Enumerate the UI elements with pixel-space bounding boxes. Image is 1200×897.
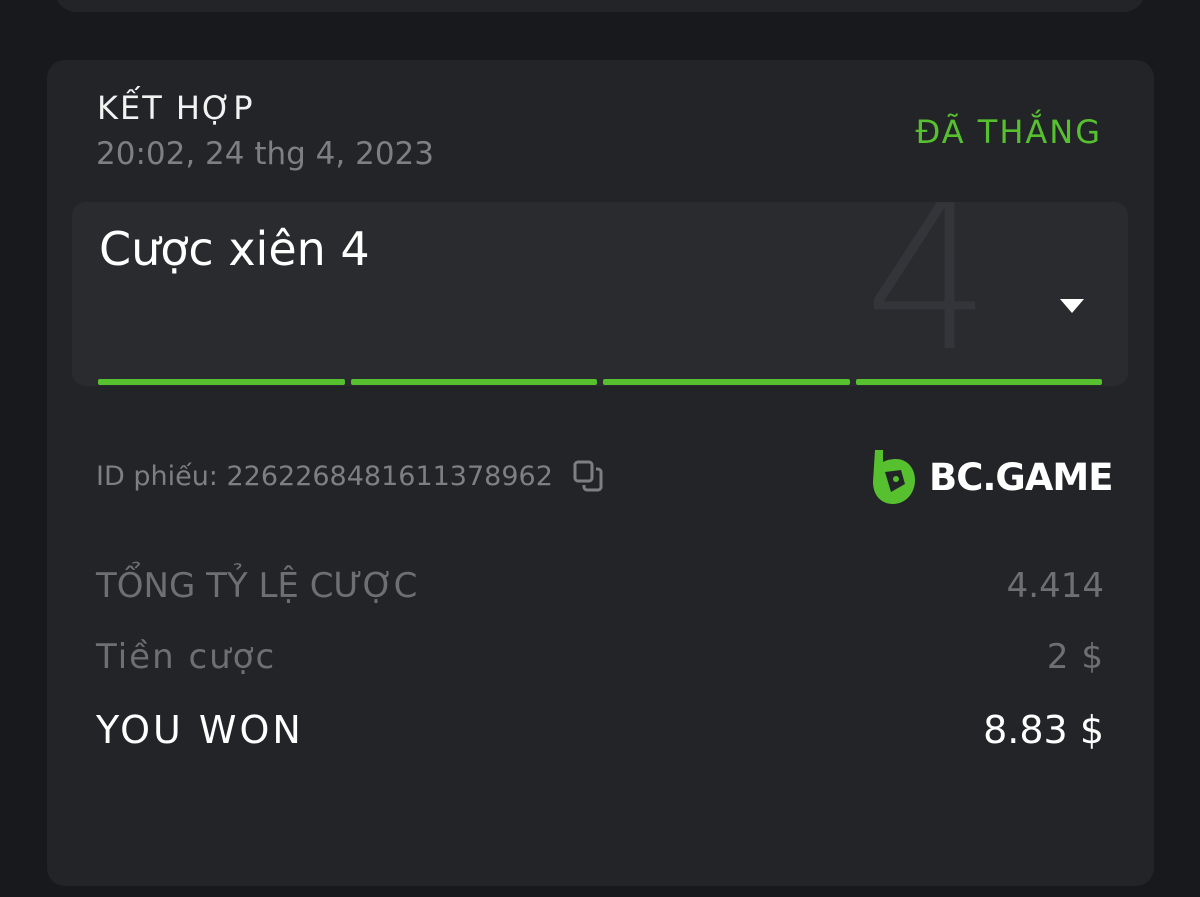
brand-name: BC.GAME (929, 455, 1114, 499)
winnings-label: YOU WON (96, 708, 304, 752)
bet-datetime: 20:02, 24 thg 4, 2023 (96, 136, 435, 172)
winnings-value: 8.83 $ (983, 708, 1104, 752)
leg-indicator (855, 379, 1102, 385)
stake-label: Tiền cược (96, 637, 277, 677)
stake-row: Tiền cược 2 $ (96, 637, 1104, 677)
leg-count-watermark: 4 (864, 202, 992, 386)
leg-indicator (350, 379, 597, 385)
chevron-down-icon[interactable] (1060, 299, 1084, 313)
bet-status-badge: ĐÃ THẮNG (915, 113, 1102, 151)
total-odds-row: TỔNG TỶ LỆ CƯỢC 4.414 (96, 566, 1104, 606)
copy-icon[interactable] (571, 459, 605, 493)
bet-title: Cược xiên 4 (99, 222, 370, 276)
stake-value: 2 $ (1046, 637, 1104, 677)
winnings-row: YOU WON 8.83 $ (96, 708, 1104, 752)
leg-indicator (98, 379, 345, 385)
total-odds-label: TỔNG TỶ LỆ CƯỢC (96, 566, 418, 606)
ticket-id-text: ID phiếu: 2262268481611378962 (96, 460, 553, 492)
bcgame-logo-icon (873, 450, 915, 504)
total-odds-value: 4.414 (1006, 566, 1104, 606)
bet-card: KẾT HỢP 20:02, 24 thg 4, 2023 ĐÃ THẮNG 4… (47, 60, 1154, 886)
brand-logo: BC.GAME (871, 448, 1114, 506)
leg-progress-bar (98, 379, 1102, 385)
leg-indicator (603, 379, 850, 385)
bet-type-label: KẾT HỢP (97, 89, 255, 127)
ticket-id: ID phiếu: 2262268481611378962 (96, 459, 605, 493)
bet-details-toggle[interactable]: 4 Cược xiên 4 (72, 202, 1128, 386)
previous-bet-card (55, 0, 1145, 12)
